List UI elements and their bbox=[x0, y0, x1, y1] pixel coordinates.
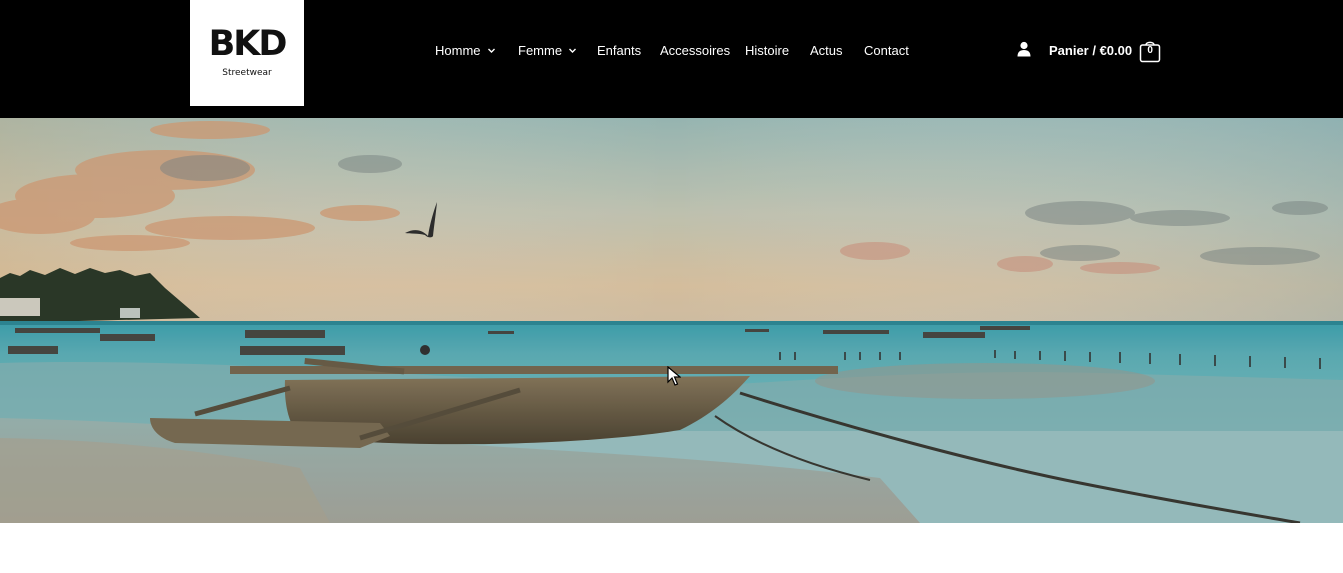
nav-item-contact[interactable]: Contact bbox=[864, 40, 909, 60]
nav-item-accessoires[interactable]: Accessoires bbox=[660, 40, 730, 60]
nav-item-label: Contact bbox=[864, 42, 909, 58]
nav-item-actus[interactable]: Actus bbox=[810, 40, 843, 60]
nav-item-enfants[interactable]: Enfants bbox=[597, 40, 641, 60]
nav-item-homme[interactable]: Homme bbox=[435, 40, 496, 60]
cart-total: Panier / €0.00 bbox=[1049, 42, 1133, 58]
chevron-down-icon bbox=[568, 46, 577, 55]
logo-tagline: Streetwear bbox=[222, 68, 272, 78]
cart-link[interactable]: Panier / €0.00 0 bbox=[1049, 38, 1161, 63]
nav-item-label: Histoire bbox=[745, 42, 790, 58]
nav-item-label: Accessoires bbox=[660, 42, 731, 58]
nav-item-femme[interactable]: Femme bbox=[518, 40, 577, 60]
cart-count-badge: 0 bbox=[1147, 45, 1153, 56]
site-header: BKD Streetwear Homme Femme Enfants Acces… bbox=[0, 0, 1343, 118]
nav-item-label: Femme bbox=[518, 42, 563, 58]
nav-item-label: Homme bbox=[435, 42, 481, 58]
nav-item-label: Actus bbox=[810, 42, 843, 58]
chevron-down-icon bbox=[487, 46, 496, 55]
hero-image bbox=[0, 118, 1343, 523]
nav-item-histoire[interactable]: Histoire bbox=[745, 40, 789, 60]
nav-item-label: Enfants bbox=[597, 42, 642, 58]
mouse-cursor-icon bbox=[667, 365, 682, 386]
hero-banner bbox=[0, 118, 1343, 523]
user-icon[interactable] bbox=[1015, 41, 1033, 57]
shopping-bag-icon: 0 bbox=[1139, 39, 1161, 63]
